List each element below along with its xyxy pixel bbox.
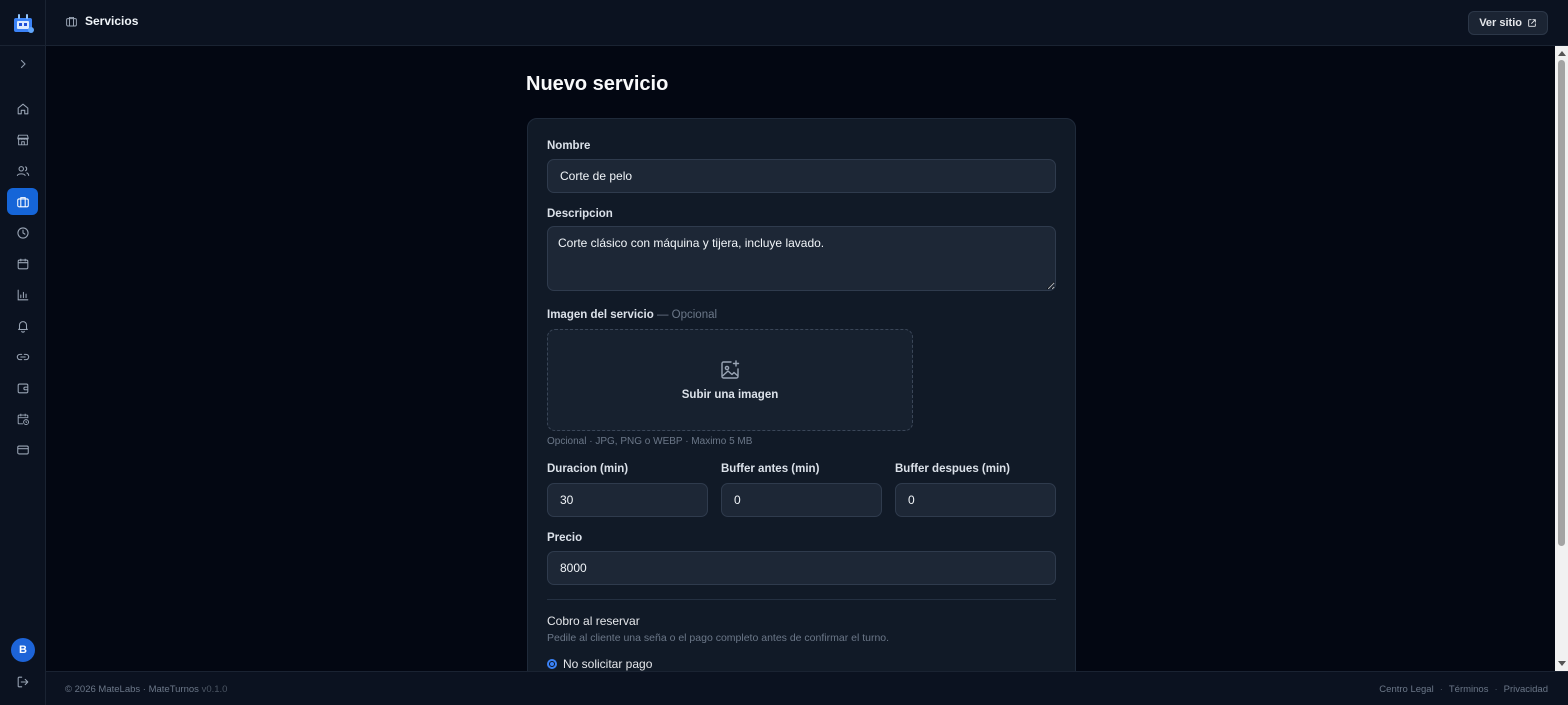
link-icon: [16, 353, 29, 360]
image-upload-dropzone[interactable]: Subir una imagen: [547, 329, 913, 431]
payment-title: Cobro al reservar: [547, 614, 640, 628]
price-input[interactable]: [547, 551, 1056, 585]
credit-card-icon: [16, 445, 29, 454]
view-site-label: Ver sitio: [1479, 17, 1522, 29]
sidebar-item-links[interactable]: [7, 343, 38, 370]
avatar[interactable]: B: [11, 638, 35, 662]
footer-separator: ·: [1439, 684, 1443, 695]
main-content: Nuevo servicio Nombre Descripcion Corte …: [46, 46, 1555, 671]
sidebar-item-wallet[interactable]: [7, 374, 38, 401]
buffer-before-label: Buffer antes (min): [721, 463, 820, 475]
radio-selected-icon[interactable]: [547, 659, 557, 669]
description-textarea[interactable]: Corte clásico con máquina y tijera, incl…: [547, 226, 1056, 291]
name-input[interactable]: [547, 159, 1056, 193]
scroll-thumb[interactable]: [1558, 60, 1565, 546]
buffer-before-input[interactable]: [721, 483, 882, 517]
briefcase-icon: [66, 16, 77, 26]
buffer-after-label: Buffer despues (min): [895, 463, 1011, 475]
sidebar-item-notifications[interactable]: [7, 312, 38, 339]
image-label-text: Imagen del servicio: [547, 309, 654, 321]
duration-input[interactable]: [547, 483, 708, 517]
payment-option-none[interactable]: No solicitar pago: [547, 657, 652, 671]
top-bar: Servicios Ver sitio: [46, 0, 1568, 46]
service-form-card: Nombre Descripcion Corte clásico con máq…: [527, 118, 1076, 671]
image-optional-text: — Opcional: [656, 309, 718, 321]
scroll-down-arrow-icon[interactable]: [1558, 661, 1566, 666]
copyright-text: © 2026 MateLabs · MateTurnos: [65, 684, 199, 695]
upload-text: Subir una imagen: [681, 389, 779, 401]
buffer-after-input[interactable]: [895, 483, 1056, 517]
footer-links: Centro Legal · Términos · Privacidad: [1379, 684, 1548, 695]
description-label: Descripcion: [547, 208, 613, 220]
scroll-up-arrow-icon[interactable]: [1558, 51, 1566, 56]
sidebar: B: [0, 0, 46, 705]
bar-chart-icon: [17, 289, 28, 300]
expand-sidebar-button[interactable]: [13, 55, 33, 73]
breadcrumb: Servicios: [65, 14, 138, 28]
page-title: Nuevo servicio: [526, 73, 669, 95]
chevron-right-icon: [20, 59, 26, 69]
footer-link-terms[interactable]: Términos: [1449, 684, 1489, 695]
footer-link-legal[interactable]: Centro Legal: [1379, 684, 1433, 695]
logout-button[interactable]: [13, 673, 33, 691]
sidebar-item-calendar[interactable]: [7, 250, 38, 277]
image-label: Imagen del servicio — Opcional: [547, 309, 717, 321]
home-icon: [17, 103, 28, 114]
logout-icon: [17, 676, 29, 688]
breadcrumb-label: Servicios: [85, 14, 139, 28]
price-label: Precio: [547, 532, 583, 544]
payment-description: Pedile al cliente una seña o el pago com…: [547, 632, 890, 644]
page-scrollbar[interactable]: [1555, 46, 1568, 671]
calendar-clock-icon: [17, 413, 29, 425]
wallet-icon: [17, 383, 28, 393]
clock-icon: [16, 226, 29, 239]
users-icon: [16, 165, 29, 176]
section-divider: [547, 599, 1056, 600]
duration-label: Duracion (min): [547, 463, 629, 475]
sidebar-item-store[interactable]: [7, 126, 38, 153]
payment-option-label: No solicitar pago: [563, 657, 653, 671]
sidebar-item-stats[interactable]: [7, 281, 38, 308]
upload-hint: Opcional · JPG, PNG o WEBP · Maximo 5 MB: [547, 436, 753, 447]
image-plus-icon: [721, 360, 740, 379]
store-icon: [16, 134, 29, 145]
footer-link-privacy[interactable]: Privacidad: [1504, 684, 1548, 695]
bell-icon: [17, 320, 28, 333]
name-label: Nombre: [547, 140, 591, 152]
sidebar-divider: [0, 45, 45, 46]
footer: © 2026 MateLabs · MateTurnos v0.1.0 Cent…: [46, 671, 1568, 705]
sidebar-item-services[interactable]: [7, 188, 38, 215]
sidebar-item-home[interactable]: [7, 95, 38, 122]
briefcase-icon: [16, 196, 29, 207]
footer-separator: ·: [1494, 684, 1498, 695]
sidebar-item-schedule[interactable]: [7, 405, 38, 432]
version-text: v0.1.0: [201, 684, 228, 695]
sidebar-item-billing[interactable]: [7, 436, 38, 463]
view-site-button[interactable]: Ver sitio: [1468, 11, 1548, 35]
copyright: © 2026 MateLabs · MateTurnos v0.1.0: [65, 684, 227, 695]
calendar-icon: [17, 258, 28, 269]
external-link-icon: [1528, 19, 1536, 27]
sidebar-item-users[interactable]: [7, 157, 38, 184]
app-logo[interactable]: [11, 11, 35, 35]
sidebar-item-hours[interactable]: [7, 219, 38, 246]
